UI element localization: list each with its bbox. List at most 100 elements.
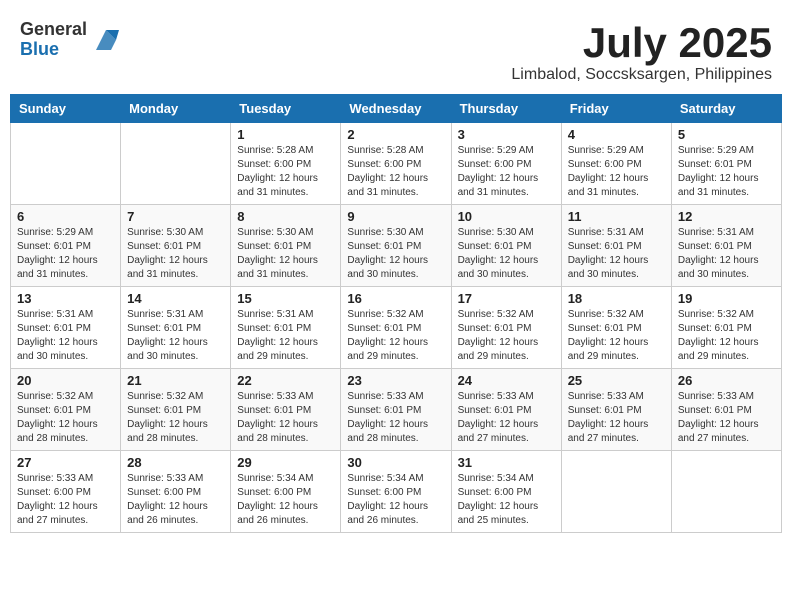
day-number: 24 (458, 373, 555, 388)
day-info: Sunrise: 5:32 AM Sunset: 6:01 PM Dayligh… (347, 308, 444, 364)
day-info: Sunrise: 5:30 AM Sunset: 6:01 PM Dayligh… (127, 226, 224, 282)
calendar-week-row: 6Sunrise: 5:29 AM Sunset: 6:01 PM Daylig… (11, 205, 782, 287)
day-header-tuesday: Tuesday (231, 95, 341, 123)
calendar-week-row: 20 Sunrise: 5:32 AM Sunset: 6:01 PM Dayli… (11, 369, 782, 451)
calendar-cell: 29 Sunrise: 5:34 AM Sunset: 6:00 PM Dayli… (231, 451, 341, 533)
calendar-cell: 17 Sunrise: 5:32 AM Sunset: 6:01 PM Dayli… (451, 287, 561, 369)
day-info: Sunrise: 5:31 AM Sunset: 6:01 PM Dayligh… (568, 226, 665, 282)
day-header-saturday: Saturday (671, 95, 781, 123)
day-number: 8 (237, 209, 334, 224)
day-info: Sunrise: 5:32 AM Sunset: 6:01 PM Dayligh… (678, 308, 775, 364)
day-info: Sunrise: 5:32 AM Sunset: 6:01 PM Dayligh… (568, 308, 665, 364)
calendar-cell (561, 451, 671, 533)
calendar-cell: 21Sunrise: 5:32 AM Sunset: 6:01 PM Dayli… (121, 369, 231, 451)
day-number: 13 (17, 291, 114, 306)
day-number: 27 (17, 455, 114, 470)
day-info: Sunrise: 5:31 AM Sunset: 6:01 PM Dayligh… (17, 308, 114, 364)
day-info: Sunrise: 5:28 AM Sunset: 6:00 PM Dayligh… (237, 144, 334, 200)
day-number: 2 (347, 127, 444, 142)
day-header-sunday: Sunday (11, 95, 121, 123)
logo-general-text: General (20, 20, 87, 40)
day-number: 6 (17, 209, 114, 224)
day-number: 31 (458, 455, 555, 470)
day-number: 16 (347, 291, 444, 306)
day-number: 25 (568, 373, 665, 388)
calendar-cell: 18 Sunrise: 5:32 AM Sunset: 6:01 PM Dayli… (561, 287, 671, 369)
day-info: Sunrise: 5:29 AM Sunset: 6:01 PM Dayligh… (678, 144, 775, 200)
calendar-cell: 22Sunrise: 5:33 AM Sunset: 6:01 PM Dayli… (231, 369, 341, 451)
day-number: 23 (347, 373, 444, 388)
day-info: Sunrise: 5:34 AM Sunset: 6:00 PM Dayligh… (458, 472, 555, 528)
day-header-monday: Monday (121, 95, 231, 123)
calendar-cell: 8 Sunrise: 5:30 AM Sunset: 6:01 PM Daylig… (231, 205, 341, 287)
day-info: Sunrise: 5:34 AM Sunset: 6:00 PM Dayligh… (347, 472, 444, 528)
calendar-cell: 12 Sunrise: 5:31 AM Sunset: 6:01 PM Dayli… (671, 205, 781, 287)
day-number: 1 (237, 127, 334, 142)
calendar-cell: 26Sunrise: 5:33 AM Sunset: 6:01 PM Dayli… (671, 369, 781, 451)
day-info: Sunrise: 5:30 AM Sunset: 6:01 PM Dayligh… (347, 226, 444, 282)
calendar-week-row: 13 Sunrise: 5:31 AM Sunset: 6:01 PM Dayli… (11, 287, 782, 369)
day-number: 20 (17, 373, 114, 388)
day-number: 7 (127, 209, 224, 224)
calendar-cell: 5Sunrise: 5:29 AM Sunset: 6:01 PM Daylig… (671, 123, 781, 205)
calendar-cell: 20 Sunrise: 5:32 AM Sunset: 6:01 PM Dayli… (11, 369, 121, 451)
calendar-cell: 15 Sunrise: 5:31 AM Sunset: 6:01 PM Dayli… (231, 287, 341, 369)
day-info: Sunrise: 5:33 AM Sunset: 6:01 PM Dayligh… (568, 390, 665, 446)
day-info: Sunrise: 5:33 AM Sunset: 6:01 PM Dayligh… (458, 390, 555, 446)
calendar-cell: 6Sunrise: 5:29 AM Sunset: 6:01 PM Daylig… (11, 205, 121, 287)
calendar-week-row: 27 Sunrise: 5:33 AM Sunset: 6:00 PM Dayli… (11, 451, 782, 533)
calendar-cell: 19 Sunrise: 5:32 AM Sunset: 6:01 PM Dayli… (671, 287, 781, 369)
logo-blue-text: Blue (20, 40, 87, 60)
day-info: Sunrise: 5:30 AM Sunset: 6:01 PM Dayligh… (237, 226, 334, 282)
calendar-cell: 28Sunrise: 5:33 AM Sunset: 6:00 PM Dayli… (121, 451, 231, 533)
day-number: 9 (347, 209, 444, 224)
calendar-cell: 13 Sunrise: 5:31 AM Sunset: 6:01 PM Dayli… (11, 287, 121, 369)
day-number: 15 (237, 291, 334, 306)
page-header: General Blue July 2025 Limbalod, Soccsks… (10, 10, 782, 89)
day-info: Sunrise: 5:29 AM Sunset: 6:00 PM Dayligh… (568, 144, 665, 200)
day-number: 14 (127, 291, 224, 306)
day-info: Sunrise: 5:33 AM Sunset: 6:00 PM Dayligh… (127, 472, 224, 528)
day-info: Sunrise: 5:33 AM Sunset: 6:01 PM Dayligh… (237, 390, 334, 446)
day-number: 17 (458, 291, 555, 306)
calendar-cell: 27 Sunrise: 5:33 AM Sunset: 6:00 PM Dayli… (11, 451, 121, 533)
day-header-friday: Friday (561, 95, 671, 123)
day-info: Sunrise: 5:33 AM Sunset: 6:01 PM Dayligh… (347, 390, 444, 446)
day-info: Sunrise: 5:31 AM Sunset: 6:01 PM Dayligh… (678, 226, 775, 282)
day-info: Sunrise: 5:30 AM Sunset: 6:01 PM Dayligh… (458, 226, 555, 282)
logo: General Blue (20, 20, 121, 60)
calendar-cell: 16 Sunrise: 5:32 AM Sunset: 6:01 PM Dayli… (341, 287, 451, 369)
day-number: 30 (347, 455, 444, 470)
day-info: Sunrise: 5:32 AM Sunset: 6:01 PM Dayligh… (17, 390, 114, 446)
day-info: Sunrise: 5:31 AM Sunset: 6:01 PM Dayligh… (127, 308, 224, 364)
calendar-cell (671, 451, 781, 533)
calendar-cell (121, 123, 231, 205)
day-number: 12 (678, 209, 775, 224)
day-number: 3 (458, 127, 555, 142)
day-info: Sunrise: 5:34 AM Sunset: 6:00 PM Dayligh… (237, 472, 334, 528)
calendar-cell (11, 123, 121, 205)
day-number: 10 (458, 209, 555, 224)
day-header-wednesday: Wednesday (341, 95, 451, 123)
day-info: Sunrise: 5:31 AM Sunset: 6:01 PM Dayligh… (237, 308, 334, 364)
day-header-thursday: Thursday (451, 95, 561, 123)
day-info: Sunrise: 5:32 AM Sunset: 6:01 PM Dayligh… (458, 308, 555, 364)
calendar-cell: 14 Sunrise: 5:31 AM Sunset: 6:01 PM Dayli… (121, 287, 231, 369)
day-number: 26 (678, 373, 775, 388)
day-info: Sunrise: 5:28 AM Sunset: 6:00 PM Dayligh… (347, 144, 444, 200)
day-number: 11 (568, 209, 665, 224)
calendar-cell: 24 Sunrise: 5:33 AM Sunset: 6:01 PM Dayli… (451, 369, 561, 451)
calendar-cell: 2 Sunrise: 5:28 AM Sunset: 6:00 PM Daylig… (341, 123, 451, 205)
day-number: 18 (568, 291, 665, 306)
day-number: 21 (127, 373, 224, 388)
location-title: Limbalod, Soccsksargen, Philippines (511, 66, 772, 84)
calendar-cell: 10 Sunrise: 5:30 AM Sunset: 6:01 PM Dayli… (451, 205, 561, 287)
day-info: Sunrise: 5:33 AM Sunset: 6:00 PM Dayligh… (17, 472, 114, 528)
calendar-cell: 11 Sunrise: 5:31 AM Sunset: 6:01 PM Dayli… (561, 205, 671, 287)
calendar-week-row: 1 Sunrise: 5:28 AM Sunset: 6:00 PM Daylig… (11, 123, 782, 205)
calendar-cell: 4Sunrise: 5:29 AM Sunset: 6:00 PM Daylig… (561, 123, 671, 205)
day-number: 19 (678, 291, 775, 306)
title-area: July 2025 Limbalod, Soccsksargen, Philip… (511, 20, 772, 84)
day-number: 29 (237, 455, 334, 470)
month-title: July 2025 (511, 20, 772, 66)
